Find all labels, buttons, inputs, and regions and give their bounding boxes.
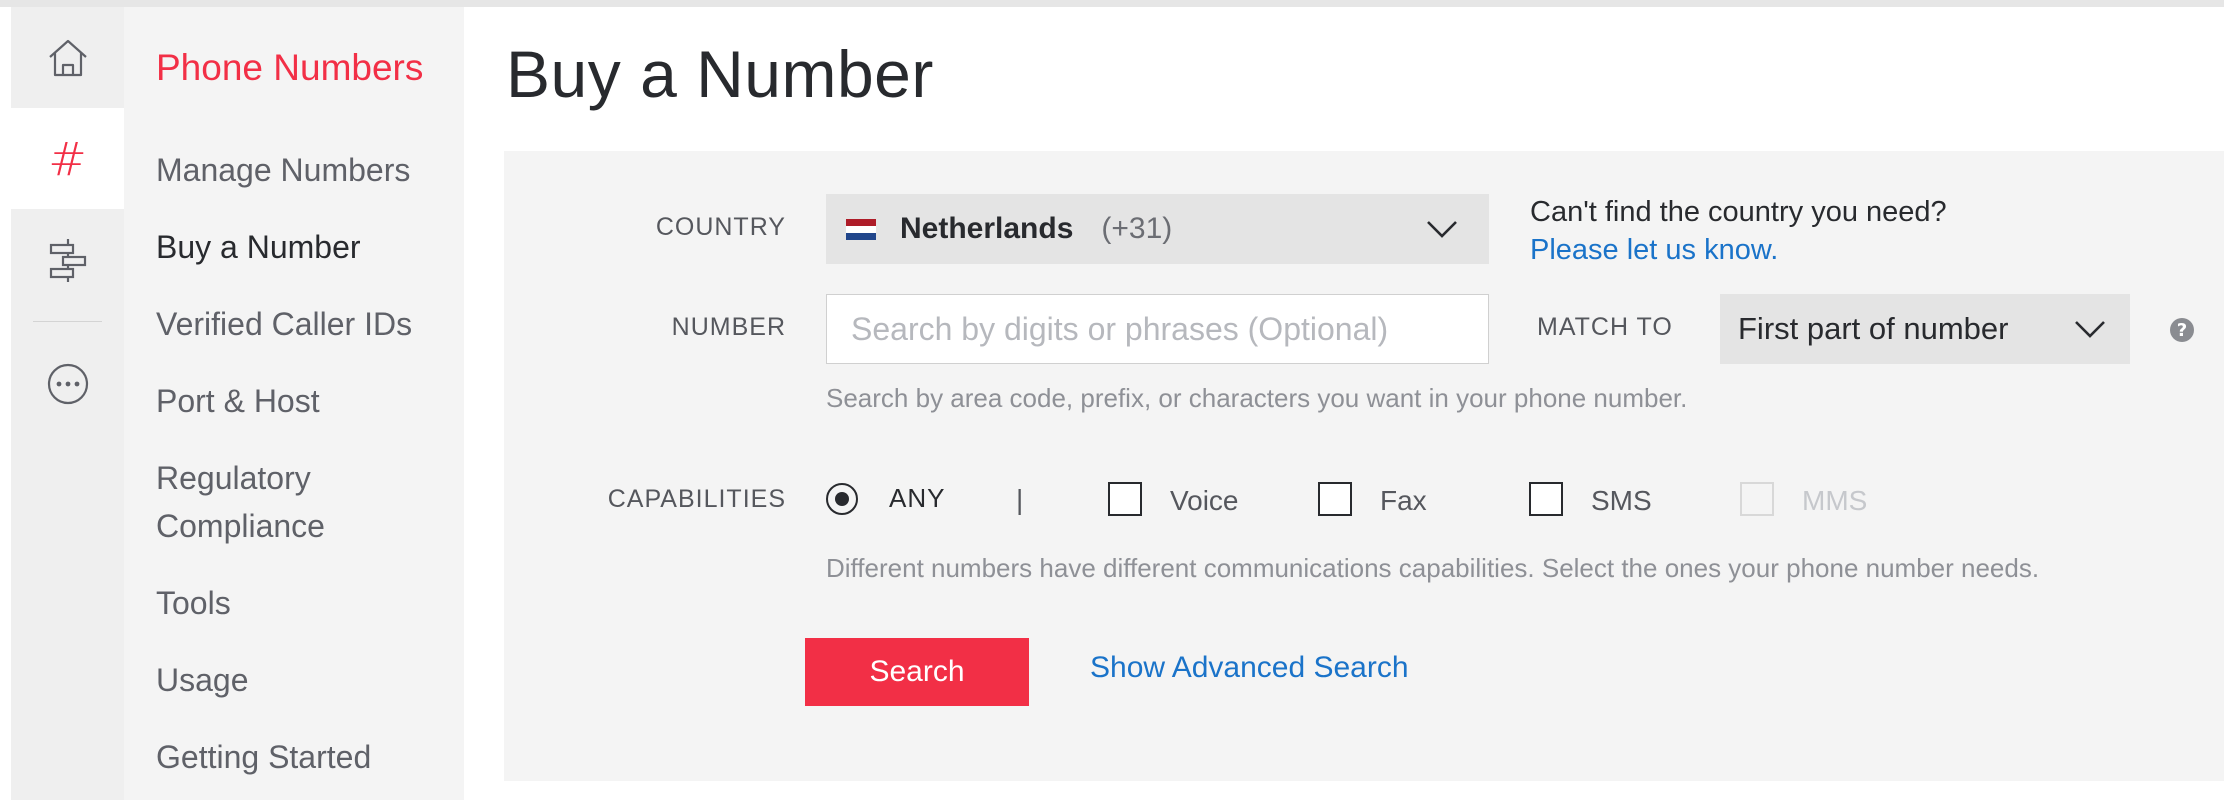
sitemap-icon (49, 238, 86, 282)
number-search-input[interactable] (826, 294, 1489, 364)
sidebar-item-regulatory[interactable]: Regulatory (156, 454, 311, 502)
sidebar: Phone Numbers Manage Numbers Buy a Numbe… (124, 7, 464, 800)
country-select[interactable]: Netherlands (+31) (826, 194, 1489, 264)
sidebar-item-compliance[interactable]: Compliance (156, 502, 325, 550)
sms-label[interactable]: SMS (1591, 485, 1652, 517)
sidebar-item-buy-a-number[interactable]: Buy a Number (156, 223, 361, 271)
question-circle-icon[interactable]: ? (2170, 318, 2194, 342)
rail-item-studio[interactable] (11, 209, 124, 310)
search-button[interactable]: Search (805, 638, 1029, 706)
match-to-value: First part of number (1738, 311, 2009, 346)
country-code: (+31) (1101, 212, 1173, 245)
country-name: Netherlands (900, 212, 1074, 245)
match-to-select[interactable]: First part of number (1720, 294, 2130, 364)
home-icon (48, 39, 87, 76)
any-radio[interactable] (826, 483, 858, 515)
capabilities-hint: Different numbers have different communi… (826, 553, 2040, 583)
sidebar-item-tools[interactable]: Tools (156, 579, 231, 627)
capabilities-separator: | (1016, 484, 1024, 515)
sidebar-item-manage-numbers[interactable]: Manage Numbers (156, 146, 410, 194)
hash-icon: # (48, 131, 87, 186)
netherlands-flag-icon (846, 218, 876, 240)
sidebar-item-verified-caller-ids[interactable]: Verified Caller IDs (156, 300, 412, 348)
country-label: COUNTRY (655, 213, 786, 241)
top-border (0, 0, 2224, 7)
any-label[interactable]: ANY (889, 483, 945, 514)
match-to-label: MATCH TO (1537, 313, 1673, 341)
voice-checkbox[interactable] (1108, 482, 1142, 516)
voice-label[interactable]: Voice (1170, 485, 1239, 517)
sidebar-item-port-host[interactable]: Port & Host (156, 377, 320, 425)
sms-checkbox[interactable] (1529, 482, 1563, 516)
fax-checkbox[interactable] (1318, 482, 1352, 516)
rail-item-more[interactable] (11, 333, 124, 434)
number-hint: Search by area code, prefix, or characte… (826, 383, 1688, 413)
country-help-text: Can't find the country you need? (1530, 196, 1947, 228)
rail-item-home[interactable] (11, 7, 124, 108)
show-advanced-search-link[interactable]: Show Advanced Search (1090, 651, 1409, 685)
chevron-down-icon (1427, 221, 1457, 238)
capabilities-label: CAPABILITIES (607, 485, 786, 513)
number-label: NUMBER (671, 313, 786, 341)
mms-label: MMS (1802, 485, 1868, 516)
rail-item-phone-numbers[interactable]: # (11, 108, 124, 209)
sidebar-item-usage[interactable]: Usage (156, 656, 249, 704)
chevron-down-icon (2075, 321, 2105, 338)
fax-label[interactable]: Fax (1380, 485, 1427, 517)
page-title: Buy a Number (506, 37, 934, 111)
sidebar-title[interactable]: Phone Numbers (156, 47, 423, 89)
sidebar-item-getting-started[interactable]: Getting Started (156, 733, 371, 781)
more-icon (47, 363, 88, 404)
icon-rail: # (11, 7, 124, 800)
mms-checkbox (1740, 482, 1774, 516)
country-help-link[interactable]: Please let us know. (1530, 234, 1778, 267)
rail-divider (33, 321, 102, 322)
